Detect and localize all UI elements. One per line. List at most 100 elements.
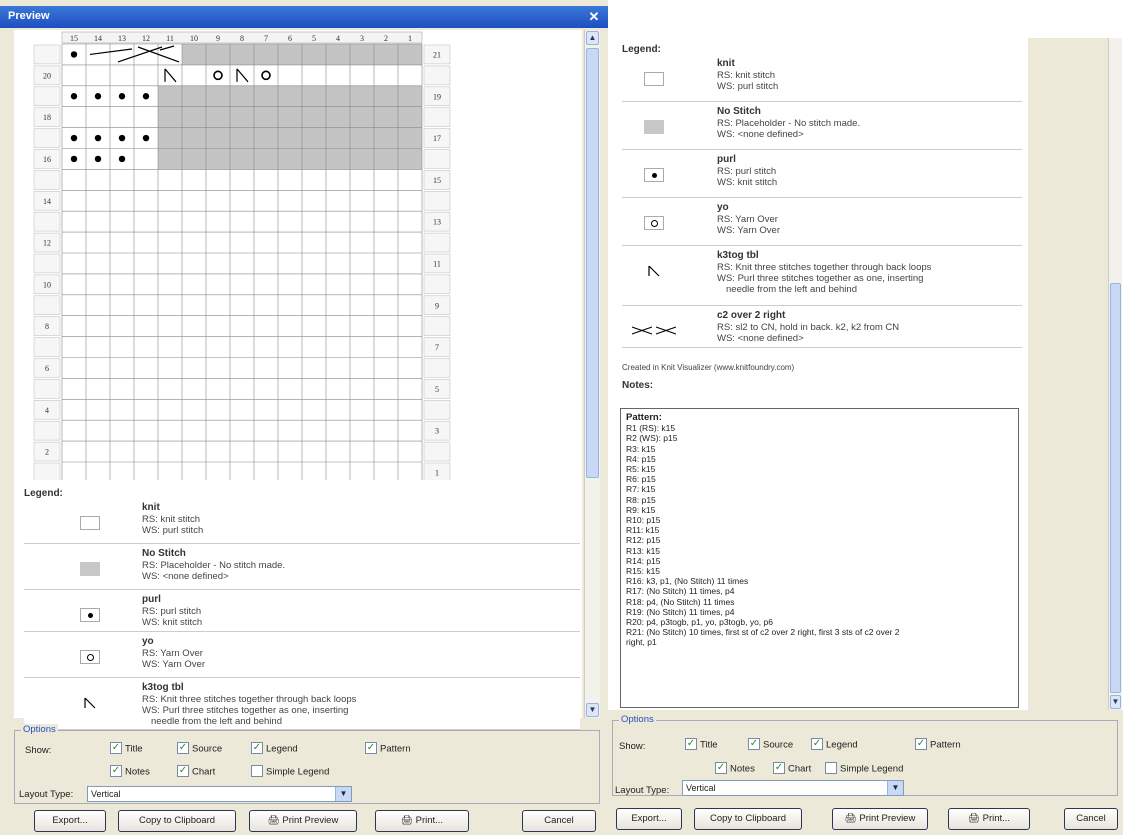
- legend-row: c2 over 2 right RS: sl2 to CN, hold in b…: [622, 308, 1022, 348]
- source-checkbox[interactable]: ✓ Source: [748, 738, 793, 751]
- notes-line: R10: p15: [626, 515, 661, 526]
- scroll-thumb[interactable]: [586, 48, 599, 478]
- row-number: 10: [43, 280, 51, 289]
- notes-line: R19: (No Stitch) 11 times, p4: [626, 606, 735, 617]
- content-margin: [1028, 38, 1108, 710]
- notes-checkbox[interactable]: ✓ Notes: [715, 762, 755, 775]
- legend-ws: WS: Yarn Over: [142, 659, 205, 670]
- yarn-over-icon: [644, 216, 664, 230]
- legend-row: No Stitch RS: Placeholder - No stitch ma…: [622, 104, 1022, 150]
- cancel-button[interactable]: Cancel: [1064, 808, 1118, 830]
- layout-type-select[interactable]: Vertical ▼: [682, 780, 904, 796]
- copy-to-clipboard-button[interactable]: Copy to Clipboard: [694, 808, 802, 830]
- column-number: 4: [336, 34, 340, 43]
- check-icon: ✓: [365, 742, 377, 754]
- export-button[interactable]: Export...: [616, 808, 682, 830]
- row-number: 21: [433, 50, 441, 59]
- print-preview-button[interactable]: 🖨 Print Preview: [249, 810, 357, 832]
- print-preview-button[interactable]: 🖨 Print Preview: [832, 808, 928, 830]
- cancel-button[interactable]: Cancel: [522, 810, 596, 832]
- scroll-down-icon[interactable]: ▼: [586, 703, 599, 717]
- cable-icon: [630, 324, 678, 338]
- purl-icon: [80, 608, 100, 622]
- preview-content-scrolled: Legend: knit RS: knit stitch WS: purl st…: [608, 38, 1028, 710]
- layout-type-label: Layout Type:: [615, 785, 670, 796]
- show-label: Show:: [619, 741, 646, 752]
- row-number: 9: [435, 301, 439, 310]
- row-number: 2: [45, 448, 49, 457]
- legend-checkbox[interactable]: ✓ Legend: [811, 738, 858, 751]
- row-number-box: [423, 441, 451, 462]
- legend-rs: RS: sl2 to CN, hold in back. k2, k2 from…: [717, 322, 900, 333]
- row-number-box: [33, 44, 61, 65]
- vertical-scrollbar[interactable]: ▲ ▼: [584, 30, 600, 718]
- legend-checkbox-label: Legend: [266, 743, 298, 755]
- chart-checkbox[interactable]: ✓ Chart: [177, 765, 216, 778]
- column-number: 11: [166, 34, 174, 43]
- legend-row: yo RS: Yarn Over WS: Yarn Over: [622, 200, 1022, 246]
- notes-line: R20: p4, p3togb, p1, yo, p3togb, yo, p6: [626, 617, 773, 628]
- legend-name: purl: [717, 154, 736, 165]
- simple-legend-checkbox[interactable]: Simple Legend: [825, 762, 903, 775]
- no-stitch-cell: [158, 148, 422, 170]
- knit-icon: [80, 516, 100, 530]
- purl-dot: [70, 155, 78, 163]
- print-button[interactable]: 🖨 Print...: [375, 810, 469, 832]
- k3tog-tbl-mark: [236, 68, 249, 83]
- legend-row: k3tog tbl RS: Knit three stitches togeth…: [622, 248, 1022, 306]
- legend-ws: WS: <none defined>: [717, 333, 804, 344]
- legend-rs: RS: Placeholder - No stitch made.: [142, 560, 286, 571]
- row-number-box: [33, 211, 61, 232]
- credit-text: Created in Knit Visualizer (www.knitfoun…: [622, 363, 795, 372]
- row-number-box: [33, 170, 61, 190]
- legend-ws: WS: <none defined>: [717, 129, 804, 140]
- legend-ws: WS: knit stitch: [142, 617, 203, 628]
- row-number-box: [33, 86, 61, 106]
- window-titlebar[interactable]: Preview ✕: [0, 6, 608, 28]
- column-number: 13: [118, 34, 126, 43]
- row-number: 19: [433, 92, 441, 101]
- chart-checkbox-label: Chart: [192, 766, 216, 778]
- check-icon: ✓: [773, 762, 785, 774]
- pattern-checkbox[interactable]: ✓ Pattern: [365, 742, 411, 755]
- title-checkbox[interactable]: ✓ Title: [110, 742, 143, 755]
- check-icon: ✓: [748, 738, 760, 750]
- purl-dot: [142, 93, 150, 100]
- cable-mark: [89, 48, 133, 56]
- no-stitch-cell: [158, 85, 422, 107]
- purl-dot: [142, 134, 150, 142]
- row-number-box: [423, 149, 451, 169]
- chevron-down-icon[interactable]: ▼: [887, 781, 903, 795]
- export-button[interactable]: Export...: [34, 810, 106, 832]
- column-number: 5: [312, 34, 316, 43]
- copy-to-clipboard-button[interactable]: Copy to Clipboard: [118, 810, 236, 832]
- purl-dot: [94, 155, 102, 163]
- legend-name: No Stitch: [142, 548, 186, 559]
- scroll-up-icon[interactable]: ▲: [586, 31, 599, 45]
- legend-name: yo: [717, 202, 729, 213]
- legend-ws: WS: Yarn Over: [717, 225, 780, 236]
- pattern-checkbox[interactable]: ✓ Pattern: [915, 738, 961, 751]
- chart-checkbox[interactable]: ✓ Chart: [773, 762, 811, 775]
- vertical-scrollbar[interactable]: ▼: [1108, 38, 1122, 710]
- title-checkbox[interactable]: ✓ Title: [685, 738, 718, 751]
- print-preview-label: Print Preview: [282, 815, 339, 826]
- check-icon: ✓: [251, 742, 263, 754]
- scroll-down-icon[interactable]: ▼: [1110, 695, 1121, 709]
- print-label: Print...: [415, 815, 444, 826]
- legend-checkbox[interactable]: ✓ Legend: [251, 742, 298, 755]
- notes-line: Pattern:: [626, 412, 662, 423]
- legend-ws: WS: <none defined>: [142, 571, 229, 582]
- print-button[interactable]: 🖨 Print...: [948, 808, 1030, 830]
- notes-checkbox[interactable]: ✓ Notes: [110, 765, 150, 778]
- scroll-thumb[interactable]: [1110, 283, 1121, 693]
- close-icon[interactable]: ✕: [586, 9, 602, 25]
- chevron-down-icon[interactable]: ▼: [335, 787, 351, 801]
- source-checkbox[interactable]: ✓ Source: [177, 742, 222, 755]
- simple-legend-checkbox[interactable]: Simple Legend: [251, 765, 329, 778]
- check-icon: ✓: [915, 738, 927, 750]
- row-number: 1: [435, 468, 439, 477]
- layout-type-select[interactable]: Vertical ▼: [87, 786, 352, 802]
- column-number: 3: [360, 34, 364, 43]
- row-number: 17: [433, 134, 441, 143]
